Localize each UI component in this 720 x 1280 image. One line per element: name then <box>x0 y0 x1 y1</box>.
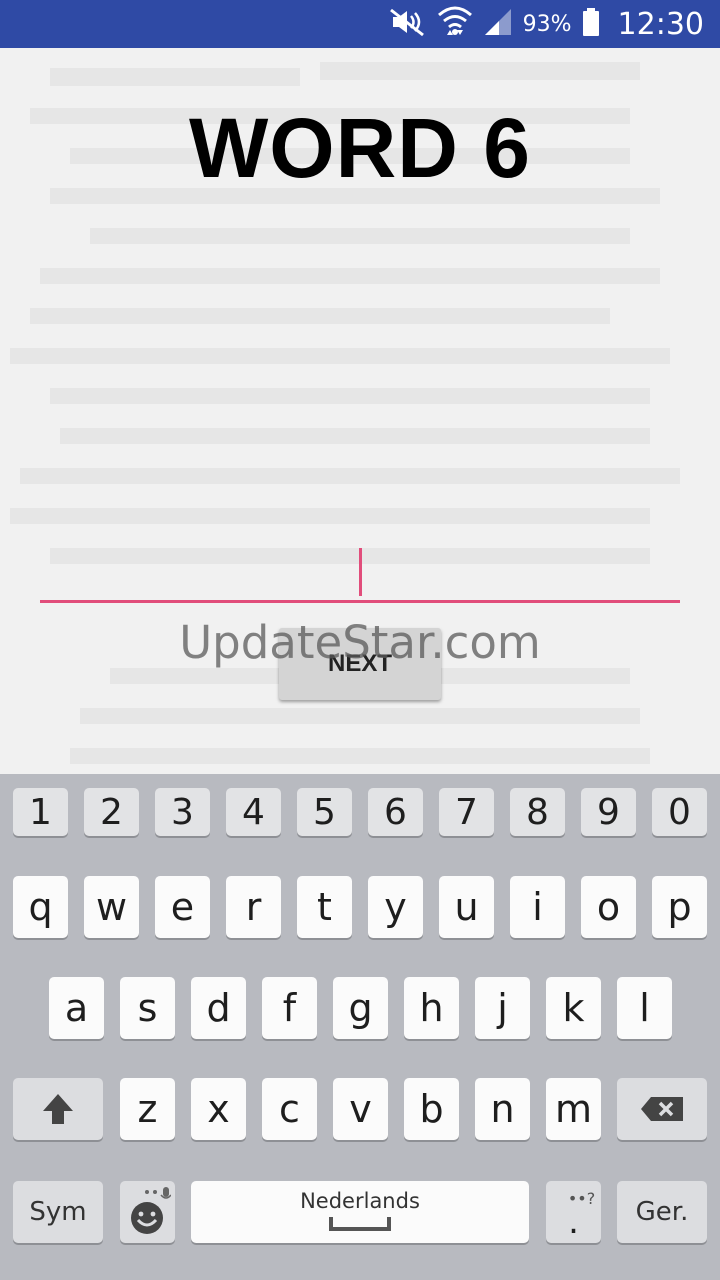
key-h[interactable]: h <box>404 977 459 1039</box>
keyboard-language-label: Nederlands <box>300 1189 420 1213</box>
space-key[interactable]: Nederlands <box>191 1181 529 1243</box>
key-8[interactable]: 8 <box>510 788 565 836</box>
space-bar-icon <box>329 1217 391 1231</box>
key-x[interactable]: x <box>191 1078 246 1140</box>
app-content: WORD 6 NEXT UpdateStar.com <box>0 48 720 774</box>
key-w[interactable]: w <box>84 876 139 938</box>
key-2[interactable]: 2 <box>84 788 139 836</box>
keyboard: 1 2 3 4 5 6 7 8 9 0 q w e r t y u i o p … <box>0 774 720 1280</box>
key-i[interactable]: i <box>510 876 565 938</box>
key-r[interactable]: r <box>226 876 281 938</box>
key-s[interactable]: s <box>120 977 175 1039</box>
key-3[interactable]: 3 <box>155 788 210 836</box>
sym-label: Sym <box>29 1197 87 1227</box>
shift-key[interactable] <box>13 1078 103 1140</box>
key-q[interactable]: q <box>13 876 68 938</box>
key-b[interactable]: b <box>404 1078 459 1140</box>
status-bar: 93% 12:30 <box>0 0 720 48</box>
word-input-field[interactable] <box>40 600 680 603</box>
wifi-icon <box>437 5 473 43</box>
word-title: WORD 6 <box>189 101 531 195</box>
battery-percentage: 93% <box>522 11 572 37</box>
key-v[interactable]: v <box>333 1078 388 1140</box>
text-cursor <box>359 548 362 596</box>
emoji-icon <box>130 1187 171 1234</box>
clock: 12:30 <box>617 6 704 42</box>
backspace-key[interactable] <box>617 1078 707 1140</box>
key-l[interactable]: l <box>617 977 672 1039</box>
key-a[interactable]: a <box>49 977 104 1039</box>
key-p[interactable]: p <box>652 876 707 938</box>
next-button[interactable]: NEXT <box>279 628 441 700</box>
key-4[interactable]: 4 <box>226 788 281 836</box>
key-o[interactable]: o <box>581 876 636 938</box>
key-f[interactable]: f <box>262 977 317 1039</box>
key-t[interactable]: t <box>297 876 352 938</box>
sym-key[interactable]: Sym <box>13 1181 103 1243</box>
period-label: . <box>568 1202 579 1242</box>
key-u[interactable]: u <box>439 876 494 938</box>
done-label: Ger. <box>635 1197 689 1227</box>
key-c[interactable]: c <box>262 1078 317 1140</box>
key-g[interactable]: g <box>333 977 388 1039</box>
key-d[interactable]: d <box>191 977 246 1039</box>
key-n[interactable]: n <box>475 1078 530 1140</box>
key-y[interactable]: y <box>368 876 423 938</box>
done-key[interactable]: Ger. <box>617 1181 707 1243</box>
key-e[interactable]: e <box>155 876 210 938</box>
key-z[interactable]: z <box>120 1078 175 1140</box>
key-5[interactable]: 5 <box>297 788 352 836</box>
emoji-voice-key[interactable] <box>120 1181 175 1243</box>
mute-icon <box>389 7 427 41</box>
screen: 93% 12:30 WORD 6 NEXT UpdateStar.com 1 2… <box>0 0 720 1280</box>
key-6[interactable]: 6 <box>368 788 423 836</box>
period-key[interactable]: ••? . <box>546 1181 601 1243</box>
key-0[interactable]: 0 <box>652 788 707 836</box>
battery-icon <box>582 7 600 41</box>
signal-icon <box>483 7 513 41</box>
backspace-icon <box>641 1097 683 1121</box>
key-1[interactable]: 1 <box>13 788 68 836</box>
key-9[interactable]: 9 <box>581 788 636 836</box>
key-7[interactable]: 7 <box>439 788 494 836</box>
key-k[interactable]: k <box>546 977 601 1039</box>
key-m[interactable]: m <box>546 1078 601 1140</box>
shift-arrow-icon <box>43 1094 73 1124</box>
key-j[interactable]: j <box>475 977 530 1039</box>
